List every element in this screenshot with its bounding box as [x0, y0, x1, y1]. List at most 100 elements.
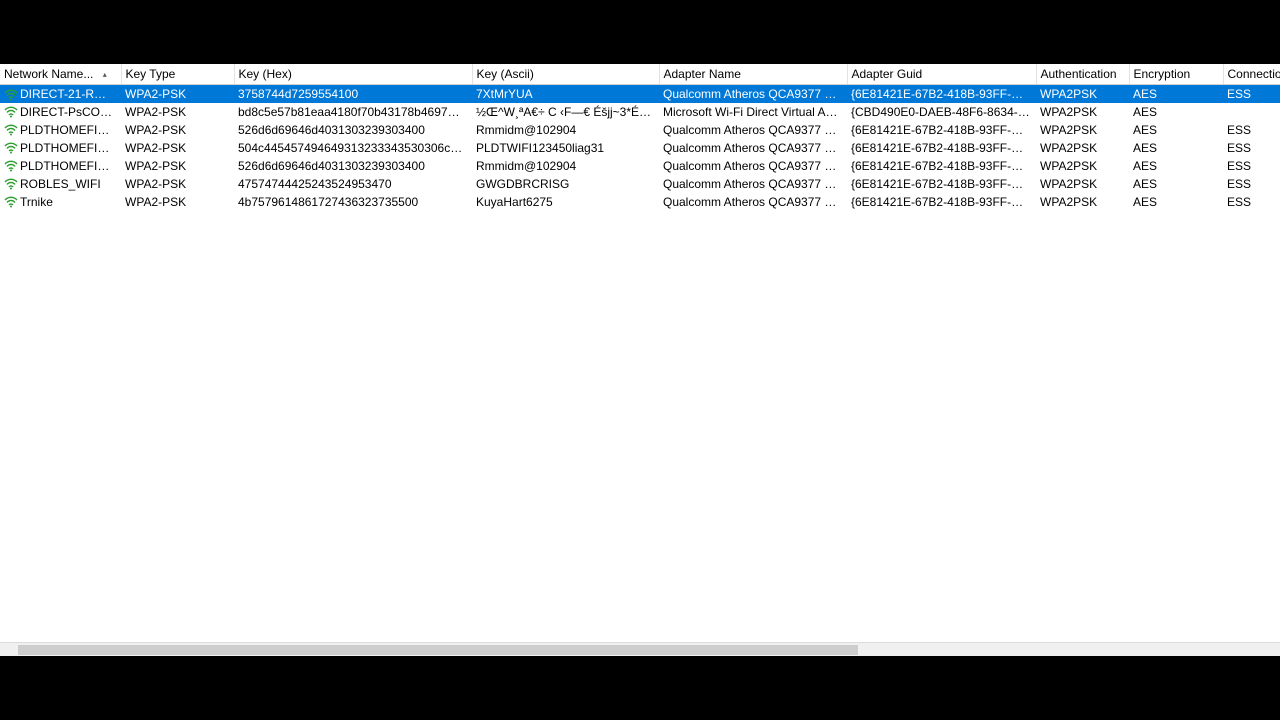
cell-enc: AES	[1129, 157, 1223, 175]
cell-type: WPA2-PSK	[121, 121, 234, 139]
cell-ascii: 7XtMrYUA	[472, 85, 659, 103]
table-row[interactable]: DIRECT-21-RMX20...WPA2-PSK3758744d725955…	[0, 85, 1280, 103]
cell-name: PLDTHOMEFIBR5...	[0, 121, 121, 139]
sort-asc-icon: ▴	[103, 70, 107, 79]
network-name-text: PLDTHOMEFIBR_G...	[20, 141, 121, 155]
col-label: Key (Ascii)	[477, 67, 534, 81]
cell-ascii: GWGDBRCRISG	[472, 175, 659, 193]
letterbox-bottom	[0, 656, 1280, 720]
col-adapter-guid[interactable]: Adapter Guid	[847, 64, 1036, 85]
cell-type: WPA2-PSK	[121, 157, 234, 175]
table-row[interactable]: ROBLES_WIFI WPA2-PSK475747444252435249534…	[0, 175, 1280, 193]
cell-hex: 526d6d69646d4031303239303400	[234, 121, 472, 139]
cell-adapter: Microsoft Wi-Fi Direct Virtual Ada...	[659, 103, 847, 121]
cell-ascii: Rmmidm@102904	[472, 121, 659, 139]
cell-guid: {6E81421E-67B2-418B-93FF-B9DB...	[847, 85, 1036, 103]
cell-ascii: KuyaHart6275	[472, 193, 659, 211]
cell-auth: WPA2PSK	[1036, 139, 1129, 157]
cell-enc: AES	[1129, 175, 1223, 193]
cell-name: Trnike	[0, 193, 121, 211]
cell-type: WPA2-PSK	[121, 193, 234, 211]
cell-type: WPA2-PSK	[121, 103, 234, 121]
col-connection[interactable]: Connection	[1223, 64, 1280, 85]
horizontal-scrollbar[interactable]	[0, 642, 1280, 656]
cell-conn: ESS	[1223, 175, 1280, 193]
network-name-text: DIRECT-PsCOMP...	[20, 105, 121, 119]
cell-enc: AES	[1129, 139, 1223, 157]
wifi-icon	[4, 124, 18, 136]
wifi-icon	[4, 89, 18, 101]
cell-hex: 3758744d7259554100	[234, 85, 472, 103]
col-label: Network Name...	[4, 67, 93, 81]
cell-conn: ESS	[1223, 121, 1280, 139]
cell-adapter: Qualcomm Atheros QCA9377 Wir...	[659, 121, 847, 139]
network-name-text: PLDTHOMEFIBR5...	[20, 123, 121, 137]
cell-guid: {6E81421E-67B2-418B-93FF-B9DB...	[847, 175, 1036, 193]
col-key-hex[interactable]: Key (Hex)	[234, 64, 472, 85]
letterbox-top	[0, 0, 1280, 64]
table-row[interactable]: DIRECT-PsCOMP...WPA2-PSKbd8c5e57b81eaa41…	[0, 103, 1280, 121]
cell-auth: WPA2PSK	[1036, 193, 1129, 211]
network-table: Network Name... ▴ Key Type Key (Hex) Key…	[0, 64, 1280, 211]
cell-ascii: PLDTWIFI123450liag31	[472, 139, 659, 157]
cell-guid: {6E81421E-67B2-418B-93FF-B9DB...	[847, 193, 1036, 211]
cell-auth: WPA2PSK	[1036, 121, 1129, 139]
table-row[interactable]: PLDTHOMEFIBR_G...WPA2-PSK504c44545749464…	[0, 139, 1280, 157]
cell-enc: AES	[1129, 85, 1223, 103]
col-label: Adapter Guid	[852, 67, 923, 81]
cell-type: WPA2-PSK	[121, 85, 234, 103]
col-label: Encryption	[1134, 67, 1191, 81]
scrollbar-thumb[interactable]	[18, 645, 858, 655]
network-name-text: Trnike	[20, 195, 53, 209]
wifi-icon	[4, 178, 18, 190]
cell-guid: {CBD490E0-DAEB-48F6-8634-AF2...	[847, 103, 1036, 121]
cell-name: PLDTHOMEFIBR_G...	[0, 139, 121, 157]
cell-hex: 4b7579614861727436323735500	[234, 193, 472, 211]
cell-hex: bd8c5e57b81eaa4180f70b43178b46978012c...	[234, 103, 472, 121]
col-network-name[interactable]: Network Name... ▴	[0, 64, 121, 85]
cell-conn: ESS	[1223, 139, 1280, 157]
cell-conn: ESS	[1223, 157, 1280, 175]
cell-adapter: Qualcomm Atheros QCA9377 Wir...	[659, 175, 847, 193]
col-encryption[interactable]: Encryption	[1129, 64, 1223, 85]
col-key-type[interactable]: Key Type	[121, 64, 234, 85]
cell-conn	[1223, 103, 1280, 121]
cell-hex: 47574744425243524953470	[234, 175, 472, 193]
cell-guid: {6E81421E-67B2-418B-93FF-B9DB...	[847, 121, 1036, 139]
cell-conn: ESS	[1223, 193, 1280, 211]
cell-enc: AES	[1129, 193, 1223, 211]
cell-adapter: Qualcomm Atheros QCA9377 Wir...	[659, 139, 847, 157]
wifi-key-viewer-window: Network Name... ▴ Key Type Key (Hex) Key…	[0, 64, 1280, 656]
network-name-text: DIRECT-21-RMX20...	[20, 87, 121, 101]
col-authentication[interactable]: Authentication	[1036, 64, 1129, 85]
table-row[interactable]: Trnike WPA2-PSK4b757961486172743632373550…	[0, 193, 1280, 211]
col-key-ascii[interactable]: Key (Ascii)	[472, 64, 659, 85]
wifi-icon	[4, 106, 18, 118]
cell-adapter: Qualcomm Atheros QCA9377 Wir...	[659, 193, 847, 211]
col-label: Key Type	[126, 67, 176, 81]
network-name-text: PLDTHOMEFIBRTD...	[20, 159, 121, 173]
network-list[interactable]: Network Name... ▴ Key Type Key (Hex) Key…	[0, 64, 1280, 642]
cell-auth: WPA2PSK	[1036, 175, 1129, 193]
cell-hex: 504c445457494649313233343530306c69616733…	[234, 139, 472, 157]
cell-adapter: Qualcomm Atheros QCA9377 Wir...	[659, 157, 847, 175]
col-label: Authentication	[1041, 67, 1117, 81]
network-name-text: ROBLES_WIFI	[20, 177, 101, 191]
cell-type: WPA2-PSK	[121, 139, 234, 157]
col-label: Adapter Name	[664, 67, 741, 81]
table-body: DIRECT-21-RMX20...WPA2-PSK3758744d725955…	[0, 85, 1280, 211]
col-adapter-name[interactable]: Adapter Name	[659, 64, 847, 85]
cell-conn: ESS	[1223, 85, 1280, 103]
wifi-icon	[4, 196, 18, 208]
cell-adapter: Qualcomm Atheros QCA9377 Wir...	[659, 85, 847, 103]
cell-ascii: Rmmidm@102904	[472, 157, 659, 175]
table-row[interactable]: PLDTHOMEFIBRTD...WPA2-PSK526d6d69646d403…	[0, 157, 1280, 175]
cell-name: DIRECT-PsCOMP...	[0, 103, 121, 121]
wifi-icon	[4, 160, 18, 172]
cell-auth: WPA2PSK	[1036, 157, 1129, 175]
cell-auth: WPA2PSK	[1036, 85, 1129, 103]
cell-type: WPA2-PSK	[121, 175, 234, 193]
wifi-icon	[4, 142, 18, 154]
cell-name: ROBLES_WIFI	[0, 175, 121, 193]
table-row[interactable]: PLDTHOMEFIBR5...WPA2-PSK526d6d69646d4031…	[0, 121, 1280, 139]
